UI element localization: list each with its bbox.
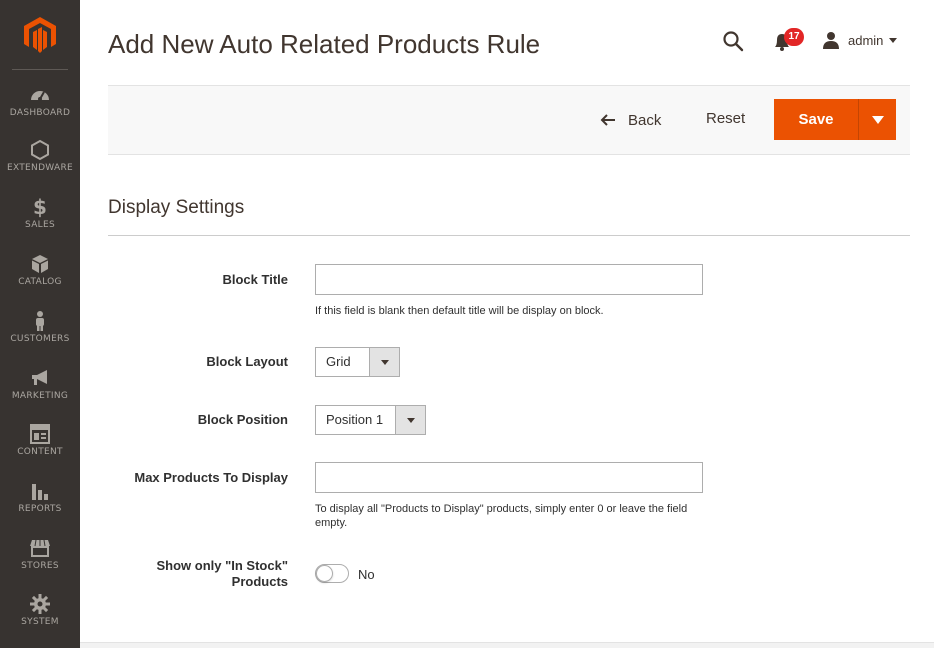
sidebar-item-extendware[interactable]: EXTENDWARE: [0, 139, 80, 191]
sidebar-item-label: DASHBOARD: [9, 108, 71, 118]
admin-sidebar: DASHBOARD EXTENDWARE $ SALES CATALOG CUS…: [0, 0, 80, 648]
in-stock-toggle[interactable]: [315, 564, 349, 583]
in-stock-label-line1: Show only "In Stock": [156, 558, 288, 573]
arrow-left-icon: [600, 114, 615, 126]
sidebar-item-reports[interactable]: REPORTS: [0, 480, 80, 532]
caret-down-icon: [872, 116, 884, 124]
section-title: Display Settings: [108, 197, 245, 218]
max-products-label: Max Products To Display: [134, 470, 288, 485]
user-menu[interactable]: admin: [822, 30, 898, 50]
block-title-input[interactable]: [315, 264, 703, 295]
in-stock-label: Show only "In Stock" Products: [108, 558, 288, 590]
in-stock-label-line2: Products: [231, 574, 288, 589]
select-arrow-icon: [369, 348, 399, 376]
dollar-icon: $: [33, 196, 47, 218]
back-button-label: Back: [628, 111, 662, 129]
sidebar-item-dashboard[interactable]: DASHBOARD: [0, 84, 80, 136]
person-icon: [36, 311, 44, 331]
block-title-note: If this field is blank then default titl…: [315, 305, 604, 317]
sidebar-item-label: SYSTEM: [21, 617, 59, 627]
select-arrow-icon: [395, 406, 425, 434]
block-layout-label: Block Layout: [206, 354, 288, 369]
store-icon: [30, 539, 50, 557]
dashboard-icon: [31, 91, 49, 101]
sidebar-item-catalog[interactable]: CATALOG: [0, 253, 80, 305]
notification-count-badge[interactable]: 17: [784, 28, 804, 46]
sidebar-item-customers[interactable]: CUSTOMERS: [0, 310, 80, 362]
in-stock-toggle-value: No: [358, 567, 375, 582]
block-position-label: Block Position: [197, 412, 288, 427]
sidebar-item-label: CATALOG: [18, 277, 62, 287]
sidebar-item-label: MARKETING: [11, 391, 69, 401]
search-icon[interactable]: [722, 30, 744, 52]
block-layout-value: Grid: [326, 354, 351, 369]
user-name: admin: [848, 32, 884, 48]
page-footer-edge: [80, 642, 934, 648]
block-layout-select[interactable]: Grid: [315, 347, 400, 377]
sidebar-item-system[interactable]: SYSTEM: [0, 593, 80, 645]
save-button[interactable]: Save: [774, 99, 858, 140]
sidebar-item-label: CUSTOMERS: [10, 334, 70, 344]
sidebar-item-label: REPORTS: [18, 504, 62, 514]
sidebar-item-stores[interactable]: STORES: [0, 537, 80, 589]
section-divider: [108, 235, 910, 236]
sidebar-item-label: EXTENDWARE: [6, 163, 74, 173]
sidebar-item-label: CONTENT: [17, 447, 63, 457]
sidebar-item-label: SALES: [25, 220, 55, 230]
sidebar-item-content[interactable]: CONTENT: [0, 423, 80, 475]
layout-icon: [30, 424, 50, 444]
chevron-down-icon: [889, 37, 898, 43]
gear-icon: [30, 594, 50, 614]
bar-chart-icon: [32, 484, 48, 500]
sidebar-item-sales[interactable]: $ SALES: [0, 196, 80, 248]
box-icon: [32, 255, 48, 273]
sidebar-item-marketing[interactable]: MARKETING: [0, 367, 80, 419]
hexagon-icon: [31, 139, 49, 161]
block-position-value: Position 1: [326, 412, 384, 427]
toggle-knob: [316, 565, 333, 582]
save-options-toggle[interactable]: [858, 99, 896, 140]
megaphone-icon: [32, 370, 47, 385]
back-button[interactable]: Back: [600, 108, 661, 132]
svg-text:$: $: [33, 196, 47, 218]
max-products-note: To display all "Products to Display" pro…: [315, 503, 688, 529]
sidebar-item-label: STORES: [21, 561, 59, 571]
reset-button[interactable]: Reset: [706, 110, 745, 127]
magento-logo-icon[interactable]: [24, 17, 56, 53]
sidebar-divider: [12, 69, 68, 70]
page-title: Add New Auto Related Products Rule: [108, 29, 541, 59]
max-products-input[interactable]: [315, 462, 703, 493]
user-icon: [823, 32, 839, 49]
block-title-label: Block Title: [222, 272, 288, 287]
block-position-select[interactable]: Position 1: [315, 405, 426, 435]
